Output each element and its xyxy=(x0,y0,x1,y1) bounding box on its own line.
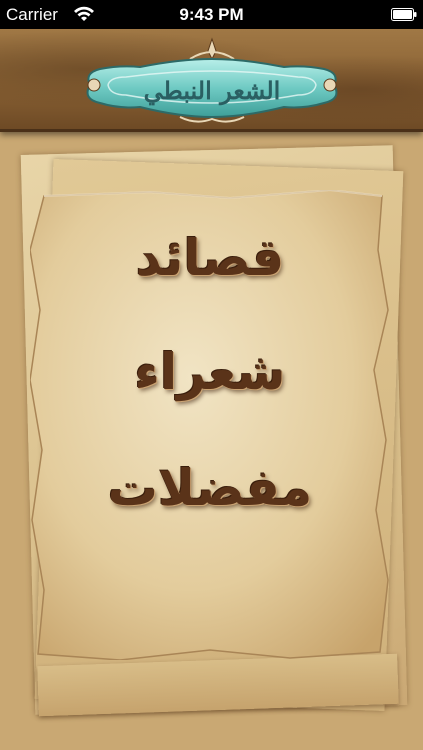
app-header: الشعر النبطي xyxy=(0,29,423,132)
menu-item-poems[interactable]: قصائد xyxy=(70,218,350,298)
menu-item-label: مفضلات xyxy=(107,459,313,517)
menu-item-label: شعراء xyxy=(134,343,286,401)
menu-scroll: قصائد شعراء مفضلات xyxy=(30,190,390,660)
battery-icon xyxy=(391,8,417,21)
menu-item-poets[interactable]: شعراء xyxy=(70,332,350,412)
status-bar: Carrier 9:43 PM xyxy=(0,0,423,29)
menu-item-favorites[interactable]: مفضلات xyxy=(70,448,350,528)
app-title: الشعر النبطي xyxy=(143,76,281,105)
clock-time: 9:43 PM xyxy=(179,5,244,24)
menu-item-label: قصائد xyxy=(135,229,285,287)
main-menu: قصائد شعراء مفضلات xyxy=(30,190,390,660)
